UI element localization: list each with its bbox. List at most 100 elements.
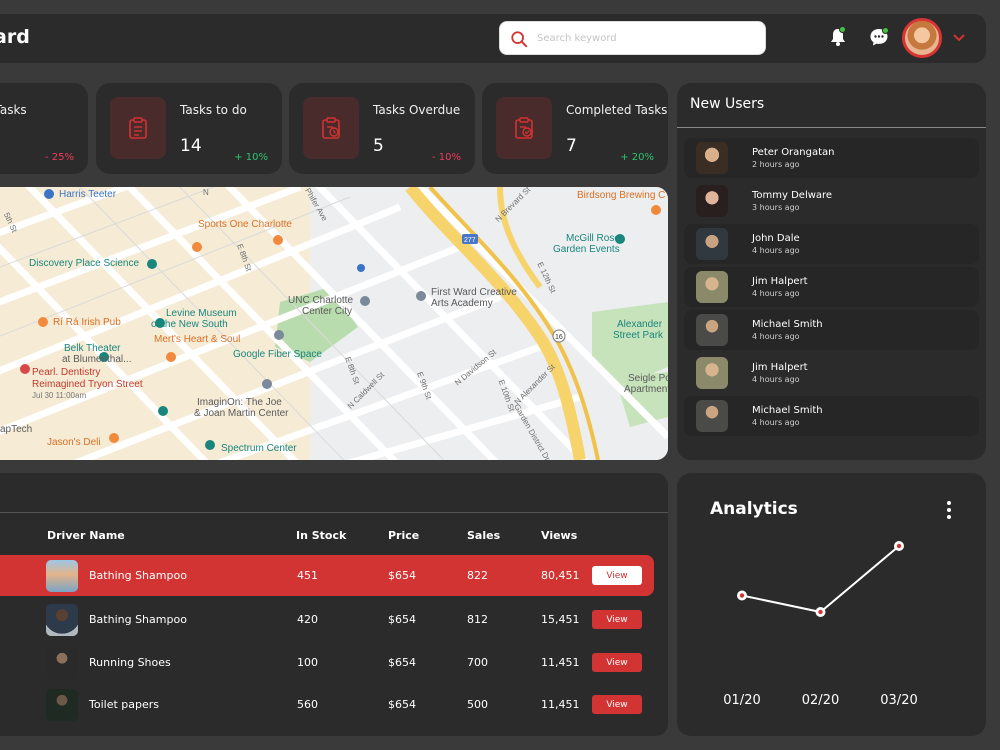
new-users-panel: New Users Peter Orangatan 2 hours ago To… [677,83,986,460]
cell-stock: 420 [297,613,318,626]
user-list-item[interactable]: Michael Smith 4 hours ago [684,396,979,436]
map-label: First Ward Creative [431,287,517,298]
table-row[interactable]: Bathing Shampoo 451 $654 822 80,451 View [0,555,654,596]
table-row[interactable]: Bathing Shampoo 420 $654 812 15,451 View [0,599,654,640]
stat-value: 7 [566,136,577,156]
cell-name: Bathing Shampoo [89,613,187,626]
user-name: Tommy Delware [752,190,833,201]
map-label: ImaginOn: The Joe [197,397,282,408]
stat-card-completed-tasks: Completed Tasks 7 + 20% [482,83,668,174]
column-header-price: Price [388,529,420,542]
cell-views: 11,451 [541,698,580,711]
user-time: 3 hours ago [752,203,800,212]
products-table-panel: Driver Name In Stock Price Sales Views B… [0,473,668,736]
avatar [696,400,728,432]
search-input[interactable] [537,28,752,48]
map-label: Belk Theater [64,343,121,354]
stat-delta: + 10% [234,152,268,163]
stat-label: Tasks to do [180,103,247,117]
page-title: ard [0,26,30,48]
avatar [696,142,728,174]
map-label: of the New South [151,319,228,330]
top-bar: ard [0,14,986,63]
view-button[interactable]: View [592,610,642,629]
data-point-center [739,593,745,598]
column-header-stock: In Stock [296,529,347,542]
user-list-item[interactable]: Jim Halpert 4 hours ago [684,267,979,307]
map-label: Levine Museum [166,308,237,319]
table-row[interactable]: Toilet papers 560 $654 500 11,451 View [0,684,654,725]
cell-stock: 451 [297,569,318,582]
map-label: Jul 30 11:00am [32,391,87,400]
road-label: N [203,188,209,197]
map-label: Mert's Heart & Soul [154,334,241,345]
view-button[interactable]: View [592,653,642,672]
column-header-views: Views [541,529,578,542]
cell-sales: 700 [467,656,488,669]
view-button[interactable]: View [592,566,642,585]
data-point-center [818,609,823,615]
map-label: Rí Rá Irish Pub [53,317,121,328]
user-list-item[interactable]: John Dale 4 hours ago [684,224,979,264]
stat-card-tasks-overdue: Tasks Overdue 5 - 10% [289,83,475,174]
stat-label: al Tasks [0,103,27,117]
cell-sales: 812 [467,613,488,626]
table-row[interactable]: Running Shoes 100 $654 700 11,451 View [0,642,654,683]
x-tick-label: 03/20 [880,693,917,708]
column-header-sales: Sales [467,529,501,542]
map-label: Discovery Place Science [29,258,140,269]
profile-avatar[interactable] [902,18,942,58]
map-label: & Joan Martin Center [194,408,289,419]
stat-delta: - 25% [44,152,74,163]
avatar [696,314,728,346]
x-tick-label: 02/20 [802,693,839,708]
user-list-item[interactable]: Tommy Delware 3 hours ago [684,181,979,221]
map-view[interactable]: Harris Teeter Sports One Charlotte Birds… [0,187,668,460]
cell-views: 11,451 [541,656,580,669]
user-list-item[interactable]: Peter Orangatan 2 hours ago [684,138,979,178]
search-icon [511,31,528,48]
map-label: Apartment Hon [624,384,668,395]
map-label: Garden Events [553,244,620,255]
map-label: Jason's Deli [47,437,101,448]
map-label: Alexander [617,319,663,330]
user-time: 4 hours ago [752,332,800,341]
product-thumbnail [46,604,78,636]
avatar [696,228,728,260]
clipboard-check-icon [496,97,552,159]
user-list-item[interactable]: Jim Halpert 4 hours ago [684,353,979,393]
map-label: McGill Rose [566,233,620,244]
route-shield: 16 [555,334,563,341]
view-button[interactable]: View [592,695,642,714]
cell-stock: 100 [297,656,318,669]
user-name: Michael Smith [752,405,823,416]
avatar [696,271,728,303]
user-time: 2 hours ago [752,160,800,169]
map-label: Pearl. Dentistry [32,367,101,378]
user-name: Peter Orangatan [752,147,835,158]
user-time: 4 hours ago [752,375,800,384]
chevron-down-icon[interactable] [951,29,967,45]
avatar [696,185,728,217]
map-label: UNC Charlotte [288,295,354,306]
user-list-item[interactable]: Michael Smith 4 hours ago [684,310,979,350]
avatar [696,357,728,389]
user-time: 4 hours ago [752,418,800,427]
user-name: Michael Smith [752,319,823,330]
stat-card-total-tasks: al Tasks - 25% [0,83,88,174]
analytics-chart: 01/20 02/20 03/20 [723,541,918,708]
user-name: Jim Halpert [752,276,808,287]
search-box[interactable] [499,21,766,55]
map-label: Google Fiber Space [233,349,322,360]
stat-card-tasks-to-do: Tasks to do 14 + 10% [96,83,282,174]
clipboard-clock-icon [303,97,359,159]
cell-stock: 560 [297,698,318,711]
stat-label: Completed Tasks [566,103,668,117]
map-label: Center City [302,306,353,317]
cell-price: $654 [388,698,416,711]
product-thumbnail [46,560,78,592]
message-dot [882,27,889,34]
notification-dot [839,26,846,33]
cell-sales: 822 [467,569,488,582]
cell-price: $654 [388,656,416,669]
